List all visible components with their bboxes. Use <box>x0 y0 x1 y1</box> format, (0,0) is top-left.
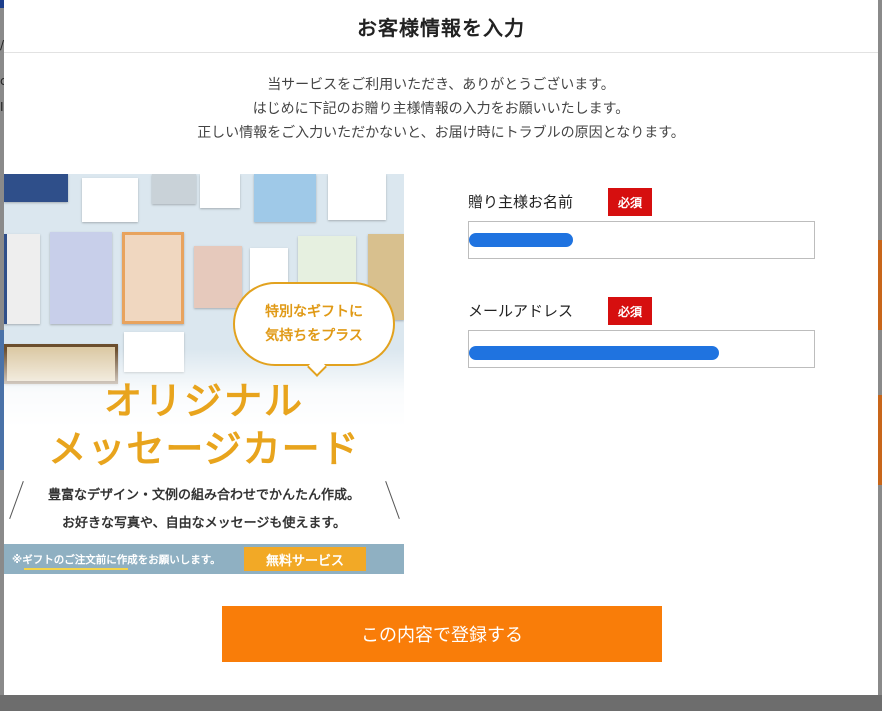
speech-bubble: 特別なギフトに 気持ちをプラス <box>233 282 395 366</box>
intro-text: 当サービスをご利用いただき、ありがとうございます。 はじめに下記のお贈り主様情報… <box>4 73 878 145</box>
banner-footer: ※ギフトのご注文前に作成をお願いします。 無料サービス <box>4 544 404 574</box>
banner-footnote: ※ギフトのご注文前に作成をお願いします。 <box>12 554 221 566</box>
modal-title: お客様情報を入力 <box>357 15 525 40</box>
required-badge: 必須 <box>608 297 652 325</box>
sender-name-field[interactable] <box>468 221 815 259</box>
card-thumbnail <box>122 232 184 324</box>
register-button[interactable]: この内容で登録する <box>222 606 662 662</box>
card-thumbnail <box>200 174 240 208</box>
redaction-mark <box>469 346 719 360</box>
banner-headline: メッセージカード <box>48 426 360 471</box>
sender-name-label: 贈り主様お名前 <box>468 193 574 211</box>
bubble-line: 特別なギフトに <box>265 304 363 320</box>
required-badge: 必須 <box>608 188 652 216</box>
card-thumbnail <box>152 174 196 204</box>
card-thumbnail <box>194 246 242 308</box>
intro-line: 正しい情報をご入力いただかないと、お届け時にトラブルの原因となります。 <box>197 125 685 141</box>
customer-info-modal: お客様情報を入力 当サービスをご利用いただき、ありがとうございます。 はじめに下… <box>4 0 878 695</box>
email-field[interactable] <box>468 330 815 368</box>
card-thumbnail <box>82 178 138 222</box>
banner-subtext: 豊富なデザイン・文例の組み合わせでかんたん作成。 <box>47 488 360 503</box>
email-label: メールアドレス <box>468 302 574 320</box>
free-service-badge: 無料サービス <box>244 547 366 571</box>
card-thumbnail <box>50 232 112 324</box>
banner-subtext: お好きな写真や、自由なメッセージも使えます。 <box>61 516 347 531</box>
card-thumbnail <box>254 174 316 222</box>
background-footer <box>0 695 882 711</box>
card-thumbnail <box>328 174 386 220</box>
intro-line: 当サービスをご利用いただき、ありがとうございます。 <box>267 77 615 93</box>
intro-line: はじめに下記のお贈り主様情報の入力をお願いいたします。 <box>252 101 630 117</box>
background-text-fragment: I <box>0 100 4 114</box>
modal-header: お客様情報を入力 <box>4 0 878 53</box>
bubble-line: 気持ちをプラス <box>265 328 363 344</box>
card-thumbnail <box>4 174 68 202</box>
banner-headline: オリジナル <box>103 378 304 423</box>
redaction-mark <box>469 233 573 247</box>
footnote-underline <box>24 568 128 570</box>
message-card-banner: 特別なギフトに 気持ちをプラス オリジナル メッセージカード 豊富なデザイン・文… <box>4 174 404 574</box>
card-thumbnail <box>4 234 40 324</box>
